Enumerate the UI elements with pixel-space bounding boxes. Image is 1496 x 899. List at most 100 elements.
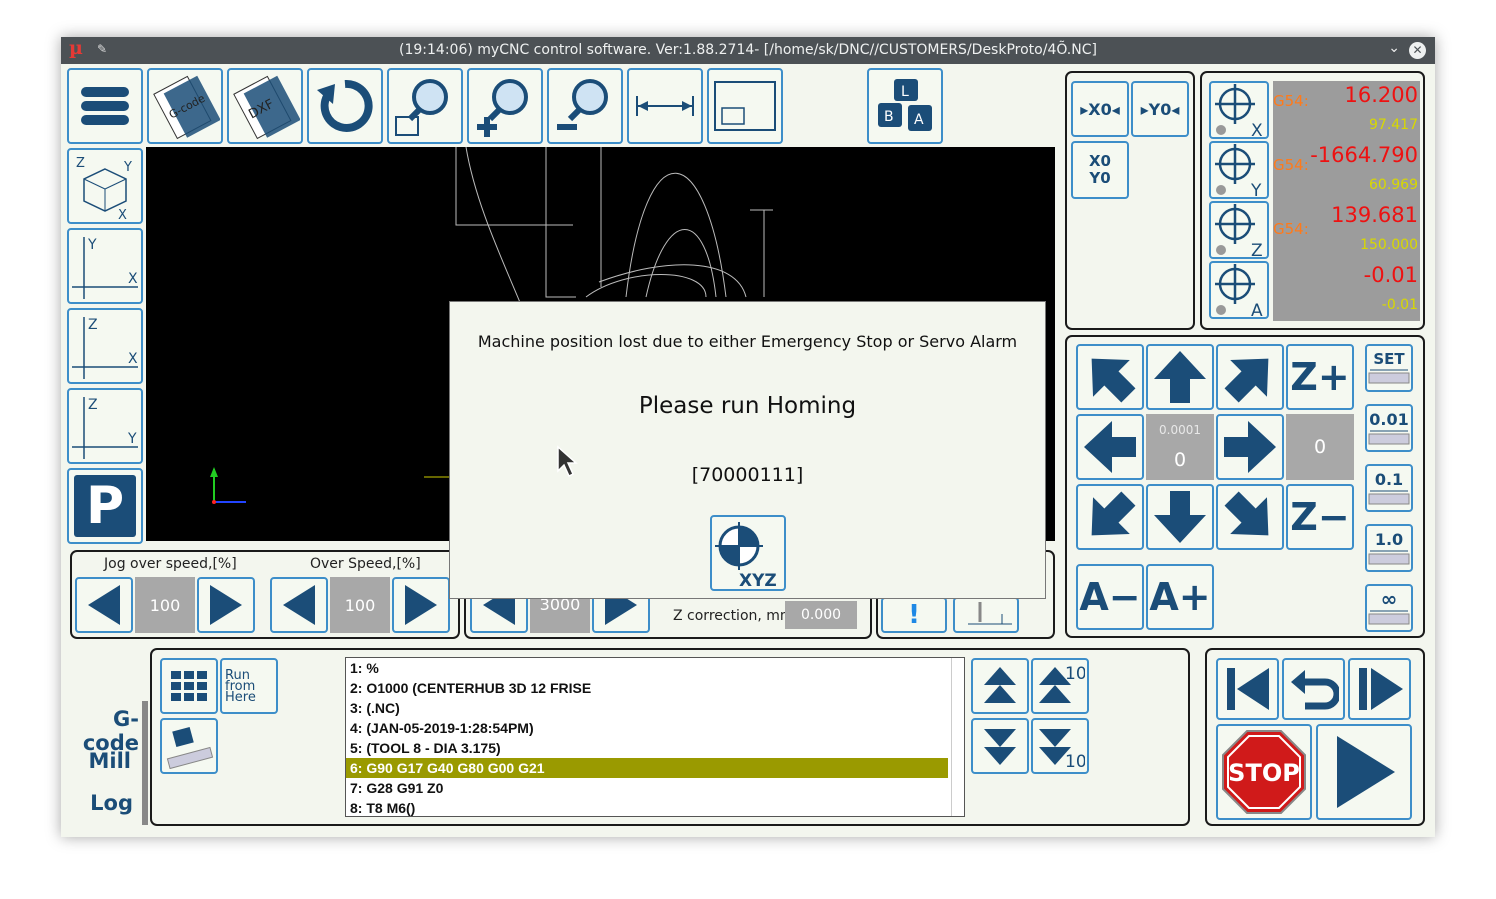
probe-y-button[interactable]: Y (1209, 141, 1269, 199)
scroll-up-button[interactable] (971, 658, 1029, 714)
menu-button[interactable] (67, 68, 143, 144)
undo-button[interactable] (1282, 658, 1345, 720)
jog-a-plus-button[interactable]: A+ (1146, 564, 1214, 630)
window-title: (19:14:06) myCNC control software. Ver:1… (399, 42, 1097, 58)
wcs-label-x: G54: (1273, 92, 1309, 110)
view-xz-button[interactable]: ZX (67, 308, 143, 384)
main-window: µ ✎ (19:14:06) myCNC control software. V… (61, 37, 1435, 837)
step-001-label: 0.01 (1369, 409, 1409, 429)
step-001-button[interactable]: 0.01 (1365, 404, 1413, 452)
gcode-grid-button[interactable] (160, 658, 218, 714)
keyboard-shortcuts-button[interactable]: L B A (867, 68, 943, 144)
step-set-button[interactable]: SET (1365, 344, 1413, 392)
tab-mill[interactable]: Mill (61, 749, 132, 773)
probe-z-button[interactable]: Z (1209, 201, 1269, 259)
stop-button[interactable]: STOP (1216, 724, 1312, 820)
zero-x-button[interactable]: ▸X0◂ (1071, 81, 1129, 137)
gcode-file-icon: G-code (153, 75, 220, 140)
dro-value-z[interactable]: 139.681 (1311, 203, 1418, 227)
crosshair-y-icon: Y (1215, 144, 1262, 198)
zoom-fit-button[interactable] (387, 68, 463, 144)
zero-y-button[interactable]: ▸Y0◂ (1131, 81, 1189, 137)
zero-xy-button[interactable]: X0 Y0 (1071, 141, 1129, 199)
gcode-line[interactable]: 2: O1000 (CENTERHUB 3D 12 FRISE (346, 678, 964, 698)
zoom-out-button[interactable] (547, 68, 623, 144)
svg-text:10: 10 (1065, 752, 1085, 769)
ruler-icon (1368, 430, 1410, 444)
hamburger-icon (81, 87, 129, 125)
over-speed-increase-button[interactable] (392, 577, 450, 633)
jog-down-right-button[interactable] (1216, 484, 1284, 550)
run-from-here-button[interactable]: Run from Here (220, 658, 278, 714)
triangle-right-icon (405, 585, 437, 625)
close-icon[interactable]: ✕ (1409, 42, 1426, 59)
minimize-chevron-icon[interactable]: ⌄ (1388, 40, 1400, 56)
gcode-line[interactable]: 1: % (346, 658, 964, 678)
gcode-line[interactable]: 5: (TOOL 8 - DIA 3.175) (346, 738, 964, 758)
gcode-line[interactable]: 8: T8 M6() (346, 798, 964, 816)
home-xyz-button[interactable]: XYZ (710, 515, 786, 591)
probe-a-button[interactable]: A (1209, 261, 1269, 319)
jog-left-button[interactable] (1076, 414, 1144, 480)
jog-z-minus-button[interactable]: Z− (1286, 484, 1354, 550)
step-01-button[interactable]: 0.1 (1365, 464, 1413, 512)
rotate-program-button[interactable] (160, 718, 218, 774)
scroll-down-10-button[interactable]: 10 (1031, 718, 1089, 774)
zoom-in-button[interactable] (467, 68, 543, 144)
jog-a-minus-button[interactable]: A− (1076, 564, 1144, 630)
step-10-button[interactable]: 1.0 (1365, 524, 1413, 572)
jog-z-plus-button[interactable]: Z+ (1286, 344, 1354, 410)
svg-text:10: 10 (1065, 664, 1085, 684)
jog-up-right-button[interactable] (1216, 344, 1284, 410)
reload-button[interactable] (307, 68, 383, 144)
gcode-line-current[interactable]: 6: G90 G17 G40 G80 G00 G21 (346, 758, 948, 778)
jog-speed-increase-button[interactable] (197, 577, 255, 633)
xy-plane-icon: YX (72, 237, 138, 299)
zoom-window-button[interactable] (707, 68, 783, 144)
triangle-left-icon (283, 585, 315, 625)
dro-value-x[interactable]: 16.200 (1311, 83, 1418, 107)
arrow-left-icon (1084, 421, 1136, 473)
dro-value-a[interactable]: -0.01 (1311, 263, 1418, 287)
jog-speed-decrease-button[interactable] (75, 577, 133, 633)
scroll-down-button[interactable] (971, 718, 1029, 774)
start-button[interactable] (1316, 724, 1412, 820)
ruler-icon (1368, 490, 1410, 504)
probe-x-button[interactable]: X (1209, 81, 1269, 139)
isometric-view-icon: Z Y X (76, 156, 132, 221)
dro-value-y[interactable]: -1664.790 (1301, 143, 1418, 167)
step-continuous-button[interactable]: ∞ (1365, 584, 1413, 632)
view-xy-button[interactable]: YX (67, 228, 143, 304)
tab-gcode[interactable]: G-code (61, 707, 139, 755)
gcode-line[interactable]: 4: (JAN-05-2019-1:28:54PM) (346, 718, 964, 738)
gcode-scrollbar[interactable] (951, 658, 962, 816)
jog-down-button[interactable] (1146, 484, 1214, 550)
triangle-left-icon (88, 585, 120, 625)
park-button[interactable]: P (67, 468, 143, 544)
dialog-error-code: [70000111] (691, 464, 804, 486)
over-speed-decrease-button[interactable] (270, 577, 328, 633)
step-forward-button[interactable] (1348, 658, 1411, 720)
zoom-in-icon (477, 79, 528, 137)
alert-button[interactable]: ! (881, 597, 947, 633)
arrow-right-icon (1224, 421, 1276, 473)
gcode-listing[interactable]: 1: % 2: O1000 (CENTERHUB 3D 12 FRISE 3: (.… (345, 657, 965, 817)
tab-log[interactable]: Log (61, 791, 133, 815)
jog-up-left-button[interactable] (1076, 344, 1144, 410)
open-gcode-button[interactable]: G-code (147, 68, 223, 144)
view-yz-button[interactable]: ZY (67, 388, 143, 464)
jog-up-button[interactable] (1146, 344, 1214, 410)
gcode-line[interactable]: 3: (.NC) (346, 698, 964, 718)
measure-button[interactable] (627, 68, 703, 144)
zoom-out-icon (557, 79, 608, 130)
step-10-label: 1.0 (1374, 529, 1404, 549)
rewind-button[interactable] (1216, 658, 1279, 720)
jog-right-button[interactable] (1216, 414, 1284, 480)
z-correction-value[interactable]: 0.000 (785, 601, 857, 629)
tool-length-button[interactable] (953, 597, 1019, 633)
view-3d-button[interactable]: Z Y X (67, 148, 143, 224)
scroll-up-10-button[interactable]: 10 (1031, 658, 1089, 714)
gcode-line[interactable]: 7: G28 G91 Z0 (346, 778, 964, 798)
jog-down-left-button[interactable] (1076, 484, 1144, 550)
open-dxf-button[interactable]: DXF (227, 68, 303, 144)
